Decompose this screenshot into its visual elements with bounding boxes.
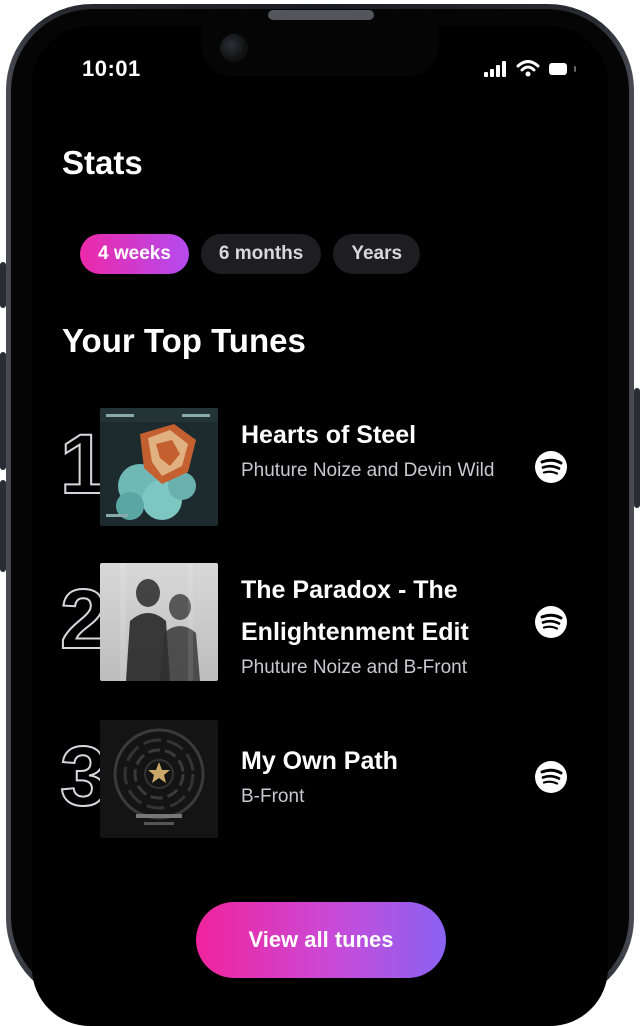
page-title: Stats bbox=[62, 144, 143, 181]
wifi-icon bbox=[516, 60, 540, 77]
tune-artist: Phuture Noize and B-Front bbox=[241, 657, 468, 678]
signal-icon bbox=[484, 61, 506, 77]
phone-screen: 10:01 Stats 4 weeks 6 months Years Your … bbox=[32, 26, 608, 1026]
tune-title: My Own Path bbox=[241, 747, 398, 775]
battery-icon bbox=[549, 63, 576, 75]
tune-row[interactable]: 1 Hearts of Steel Phuture Noize and Devi… bbox=[59, 408, 580, 528]
filter-6-months[interactable]: 6 months bbox=[200, 234, 322, 274]
tune-artist: B-Front bbox=[241, 786, 305, 807]
tune-text: My Own Path B-Front bbox=[241, 740, 521, 811]
filter-4-weeks[interactable]: 4 weeks bbox=[80, 234, 189, 274]
album-art bbox=[100, 563, 218, 681]
filter-years[interactable]: Years bbox=[333, 234, 421, 274]
speaker-grille bbox=[268, 10, 374, 20]
spotify-icon[interactable] bbox=[534, 605, 568, 639]
album-art-image bbox=[100, 408, 218, 526]
side-button bbox=[0, 262, 6, 308]
side-button bbox=[0, 352, 6, 470]
album-art bbox=[100, 408, 218, 526]
tune-title: Hearts of Steel bbox=[241, 421, 417, 449]
tune-artist: Phuture Noize and Devin Wild bbox=[241, 460, 495, 481]
notch bbox=[202, 26, 438, 76]
spotify-icon[interactable] bbox=[534, 450, 568, 484]
tune-title: The Paradox - The Enlightenment Edit bbox=[241, 576, 469, 646]
side-button bbox=[634, 388, 640, 508]
tune-row[interactable]: 2 The Paradox - The Enlightenment Edit P… bbox=[59, 563, 580, 683]
spotify-icon[interactable] bbox=[534, 760, 568, 794]
time-range-filters: 4 weeks 6 months Years bbox=[80, 234, 421, 274]
side-button bbox=[0, 480, 6, 572]
album-art-image bbox=[100, 563, 218, 681]
tune-row[interactable]: 3 My Own Path B-Front bbox=[59, 720, 580, 840]
status-time: 10:01 bbox=[82, 56, 141, 81]
section-title: Your Top Tunes bbox=[62, 322, 306, 359]
view-all-tunes-button[interactable]: View all tunes bbox=[196, 902, 446, 978]
album-art bbox=[100, 720, 218, 838]
album-art-image bbox=[100, 720, 218, 838]
tune-text: Hearts of Steel Phuture Noize and Devin … bbox=[241, 414, 521, 485]
status-icons bbox=[484, 60, 578, 78]
tune-text: The Paradox - The Enlightenment Edit Phu… bbox=[241, 569, 521, 682]
camera-icon bbox=[220, 34, 248, 62]
